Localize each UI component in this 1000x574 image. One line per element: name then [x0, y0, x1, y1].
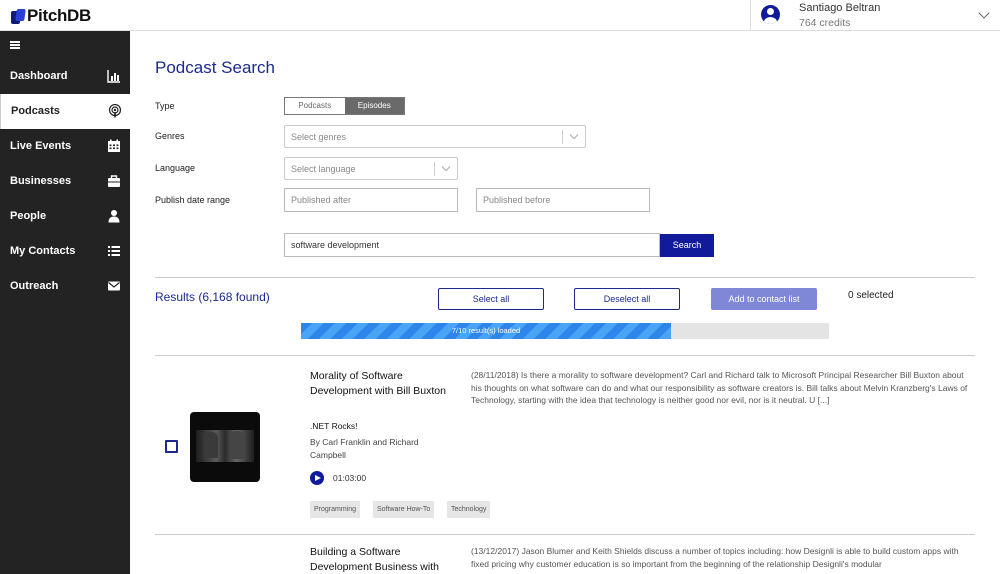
user-avatar-icon [761, 5, 780, 24]
logo-text: PitchDB [27, 6, 92, 25]
genre-tag: Software How-To [373, 501, 435, 518]
type-label: Type [155, 101, 175, 111]
results-count-title: Results (6,168 found) [155, 290, 270, 304]
sidebar-item-people[interactable]: People [0, 199, 130, 234]
user-menu[interactable]: Santiago Beltran 764 credits [750, 0, 1000, 31]
result-checkbox[interactable] [165, 440, 178, 453]
user-credits: 764 credits [799, 17, 851, 29]
logo-icon [11, 9, 26, 24]
type-option-podcasts[interactable]: Podcasts [285, 98, 345, 114]
sidebar-item-label: Outreach [10, 280, 59, 292]
sidebar-item-podcasts[interactable]: Podcasts [0, 94, 130, 129]
sidebar-item-label: Live Events [10, 140, 72, 152]
chevron-down-icon [441, 162, 451, 172]
genre-tag: Programming [310, 501, 361, 518]
progress-fill: 7/10 result(s) loaded [301, 323, 671, 339]
language-label: Language [155, 163, 196, 173]
calendar-icon [108, 139, 120, 152]
podcast-name: .NET Rocks! [310, 421, 358, 431]
deselect-all-button[interactable]: Deselect all [574, 288, 680, 310]
search-button[interactable]: Search [660, 234, 714, 257]
genres-select[interactable]: Select genres [284, 125, 586, 148]
thumbnail-figure [230, 431, 244, 459]
episode-thumbnail[interactable] [190, 412, 260, 482]
sidebar: Dashboard Podcasts Live Events Businesse… [0, 31, 130, 574]
user-name: Santiago Beltran [799, 2, 881, 14]
chevron-down-icon [569, 130, 579, 140]
sidebar-item-label: Podcasts [11, 105, 60, 117]
language-select[interactable]: Select language [284, 157, 458, 180]
language-placeholder: Select language [291, 164, 356, 174]
episode-description: (28/11/2018) Is there a morality to soft… [471, 370, 968, 405]
play-icon[interactable] [310, 471, 324, 485]
progress-text: 7/10 result(s) loaded [451, 326, 521, 335]
episode-title[interactable]: Building a Software Development Business… [310, 545, 450, 574]
episode-title[interactable]: Morality of Software Development with Bi… [310, 369, 450, 399]
select-separator [434, 162, 435, 176]
result-item: Morality of Software Development with Bi… [155, 356, 975, 534]
add-to-contact-list-button[interactable]: Add to contact list [711, 288, 817, 310]
published-after-input[interactable]: Published after [284, 188, 458, 212]
sidebar-item-businesses[interactable]: Businesses [0, 164, 130, 199]
type-option-episodes[interactable]: Episodes [344, 98, 404, 114]
envelope-icon [108, 281, 120, 291]
result-item: Building a Software Development Business… [155, 535, 975, 574]
search-input[interactable]: software development [284, 233, 660, 257]
bar-chart-icon [107, 70, 120, 83]
genres-placeholder: Select genres [291, 132, 347, 142]
sidebar-item-label: My Contacts [10, 245, 76, 257]
hamburger-menu-icon[interactable] [10, 41, 20, 49]
selected-count: 0 selected [848, 290, 894, 301]
episode-description: (13/12/2017) Jason Blumer and Keith Shie… [471, 546, 959, 569]
list-icon [108, 246, 120, 256]
episode-duration: 01:03:00 [333, 473, 367, 483]
sidebar-item-label: People [10, 210, 47, 222]
person-icon [108, 210, 120, 223]
results-progress-bar: 7/10 result(s) loaded [301, 323, 829, 339]
type-toggle: Podcasts Episodes [284, 97, 405, 115]
sidebar-item-live-events[interactable]: Live Events [0, 129, 130, 164]
date-range-label: Publish date range [155, 195, 231, 205]
sidebar-item-my-contacts[interactable]: My Contacts [0, 234, 130, 269]
pitchdb-logo[interactable]: PitchDB [11, 6, 91, 26]
published-before-input[interactable]: Published before [476, 188, 650, 212]
divider [155, 277, 975, 278]
chevron-down-icon[interactable] [978, 7, 990, 19]
sidebar-item-label: Businesses [10, 175, 72, 187]
thumbnail-figure [204, 432, 218, 458]
sidebar-item-dashboard[interactable]: Dashboard [0, 59, 130, 94]
genre-tag: Technology [447, 501, 491, 518]
podcast-icon [108, 104, 122, 118]
top-bar: PitchDB Santiago Beltran 764 credits [0, 0, 1000, 31]
select-all-button[interactable]: Select all [438, 288, 544, 310]
sidebar-item-label: Dashboard [10, 70, 68, 82]
page-title: Podcast Search [155, 58, 276, 77]
episode-author: By Carl Franklin and Richard Campbell [310, 437, 419, 460]
genres-label: Genres [155, 131, 185, 141]
select-separator [562, 130, 563, 144]
sidebar-item-outreach[interactable]: Outreach [0, 269, 130, 304]
briefcase-icon [108, 175, 120, 187]
